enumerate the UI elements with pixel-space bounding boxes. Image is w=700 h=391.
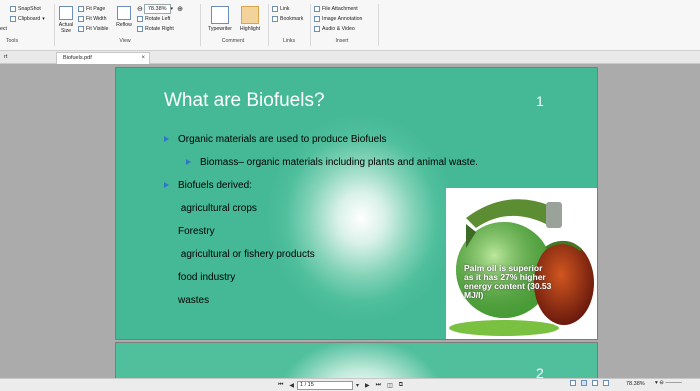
page-navigation: ⏮ ◀ 1 / 15 ▾ ▶ ⏭ ◫ ⧉ <box>275 380 406 390</box>
list-item: food industry <box>178 272 236 283</box>
previous-page-icon[interactable]: ◀ <box>289 382 294 389</box>
close-icon[interactable]: × <box>141 53 145 64</box>
list-item: Forestry <box>178 226 215 237</box>
insert-group: File Attachment Image Annotation Audio &… <box>314 4 362 34</box>
rotate-left-icon <box>137 16 143 22</box>
page-layout-buttons <box>570 380 611 386</box>
image-icon <box>314 16 320 22</box>
tools-group-label: Tools <box>5 38 19 44</box>
view-mode-icon[interactable]: ⧉ <box>399 382 403 389</box>
view-group-label: View <box>119 38 131 44</box>
list-item: Biomass– organic materials including pla… <box>186 157 478 168</box>
slide-number: 1 <box>536 93 544 109</box>
typewriter-button[interactable]: Typewriter <box>204 6 236 32</box>
last-page-icon[interactable]: ⏭ <box>376 382 381 389</box>
chevron-down-icon[interactable]: ▾ <box>171 6 174 12</box>
paperclip-icon <box>314 6 320 12</box>
insert-group-label: Insert <box>335 38 349 44</box>
zoom-out-icon[interactable]: ⊖ <box>137 5 143 13</box>
fit-width-button[interactable]: Fit Width <box>78 14 108 24</box>
camera-icon <box>10 6 16 12</box>
actual-size-button[interactable]: Actual Size <box>56 6 76 34</box>
divider <box>200 4 201 46</box>
document-tabs: rt Biofuels.pdf × <box>0 51 700 64</box>
fit-visible-button[interactable]: Fit Visible <box>78 24 108 34</box>
list-item: agricultural or fishery products <box>178 249 315 260</box>
ribbon-toolbar: SnapShot Clipboard ▾ ect Tools Actual Si… <box>0 0 700 51</box>
fit-width-icon <box>78 16 84 22</box>
audio-video-icon <box>314 26 320 32</box>
page-number-input[interactable]: 1 / 15 <box>297 380 354 390</box>
rotate-right-icon <box>137 26 143 32</box>
pdf-page-1: What are Biofuels? 1 Organic materials a… <box>115 67 598 340</box>
divider <box>54 4 55 46</box>
facing-page-icon[interactable] <box>592 380 598 386</box>
bullet-arrow-icon <box>186 159 191 166</box>
select-button[interactable]: ect <box>0 24 45 34</box>
links-group: Link Bookmark <box>272 4 303 24</box>
list-item: Biofuels derived: <box>164 180 252 191</box>
view-mode-icon[interactable]: ◫ <box>387 382 393 389</box>
divider <box>268 4 269 46</box>
highlight-button[interactable]: Highlight <box>237 6 263 32</box>
file-attachment-button[interactable]: File Attachment <box>314 4 362 14</box>
slide-title: What are Biofuels? <box>164 90 325 111</box>
chevron-down-icon[interactable]: ▾ <box>356 382 359 389</box>
fit-page-icon <box>78 6 84 12</box>
chevron-down-icon: ▾ <box>42 16 45 22</box>
list-item: Organic materials are used to produce Bi… <box>164 134 386 145</box>
rotate-left-button[interactable]: Rotate Left <box>137 14 183 24</box>
fit-options: Fit Page Fit Width Fit Visible <box>78 4 108 34</box>
zoom-rotate-options: ⊖ 78.38% ▾ ⊕ Rotate Left Rotate Right <box>137 4 183 34</box>
reflow-button[interactable]: Reflow <box>114 6 134 28</box>
clipboard-icon <box>10 16 16 22</box>
tab-start[interactable]: rt <box>0 52 54 63</box>
continuous-facing-icon[interactable] <box>603 380 609 386</box>
fit-visible-icon <box>78 26 84 32</box>
zoom-level[interactable]: 78.38% <box>626 381 645 387</box>
bookmark-button[interactable]: Bookmark <box>272 14 303 24</box>
first-page-icon[interactable]: ⏮ <box>278 382 283 389</box>
bullet-arrow-icon <box>164 182 169 189</box>
links-group-label: Links <box>282 38 296 44</box>
divider <box>378 4 379 46</box>
typewriter-icon <box>211 6 229 24</box>
bookmark-icon <box>272 16 278 22</box>
image-caption: Palm oil is superior as it has 27% highe… <box>464 263 552 300</box>
link-icon <box>272 6 278 12</box>
continuous-page-icon[interactable] <box>581 380 587 386</box>
list-item: agricultural crops <box>178 203 257 214</box>
snapshot-button[interactable]: SnapShot <box>10 4 45 14</box>
tab-biofuels[interactable]: Biofuels.pdf × <box>56 52 150 64</box>
actual-size-icon <box>59 6 73 20</box>
single-page-icon[interactable] <box>570 380 576 386</box>
image-annotation-button[interactable]: Image Annotation <box>314 14 362 24</box>
fit-page-button[interactable]: Fit Page <box>78 4 108 14</box>
comment-group-label: Comment <box>221 38 245 44</box>
biofuel-image: Palm oil is superior as it has 27% highe… <box>446 188 597 339</box>
pdf-page-2: 2 <box>115 342 598 382</box>
bullet-arrow-icon <box>164 136 169 143</box>
highlight-icon <box>241 6 259 24</box>
status-bar: ⏮ ◀ 1 / 15 ▾ ▶ ⏭ ◫ ⧉ 78.38% ▾ ⊖ ——— <box>0 378 700 391</box>
clipboard-button[interactable]: Clipboard ▾ <box>10 14 45 24</box>
next-page-icon[interactable]: ▶ <box>365 382 370 389</box>
zoom-input[interactable]: 78.38% <box>143 4 171 14</box>
link-button[interactable]: Link <box>272 4 303 14</box>
list-item: wastes <box>178 295 210 306</box>
audio-video-button[interactable]: Audio & Video <box>314 24 362 34</box>
divider <box>310 4 311 46</box>
reflow-icon <box>117 6 131 20</box>
zoom-slider[interactable]: ▾ ⊖ ——— <box>655 380 682 386</box>
rotate-right-button[interactable]: Rotate Right <box>137 24 183 34</box>
zoom-in-icon[interactable]: ⊕ <box>177 5 183 13</box>
tools-group: SnapShot Clipboard ▾ ect <box>0 4 45 34</box>
